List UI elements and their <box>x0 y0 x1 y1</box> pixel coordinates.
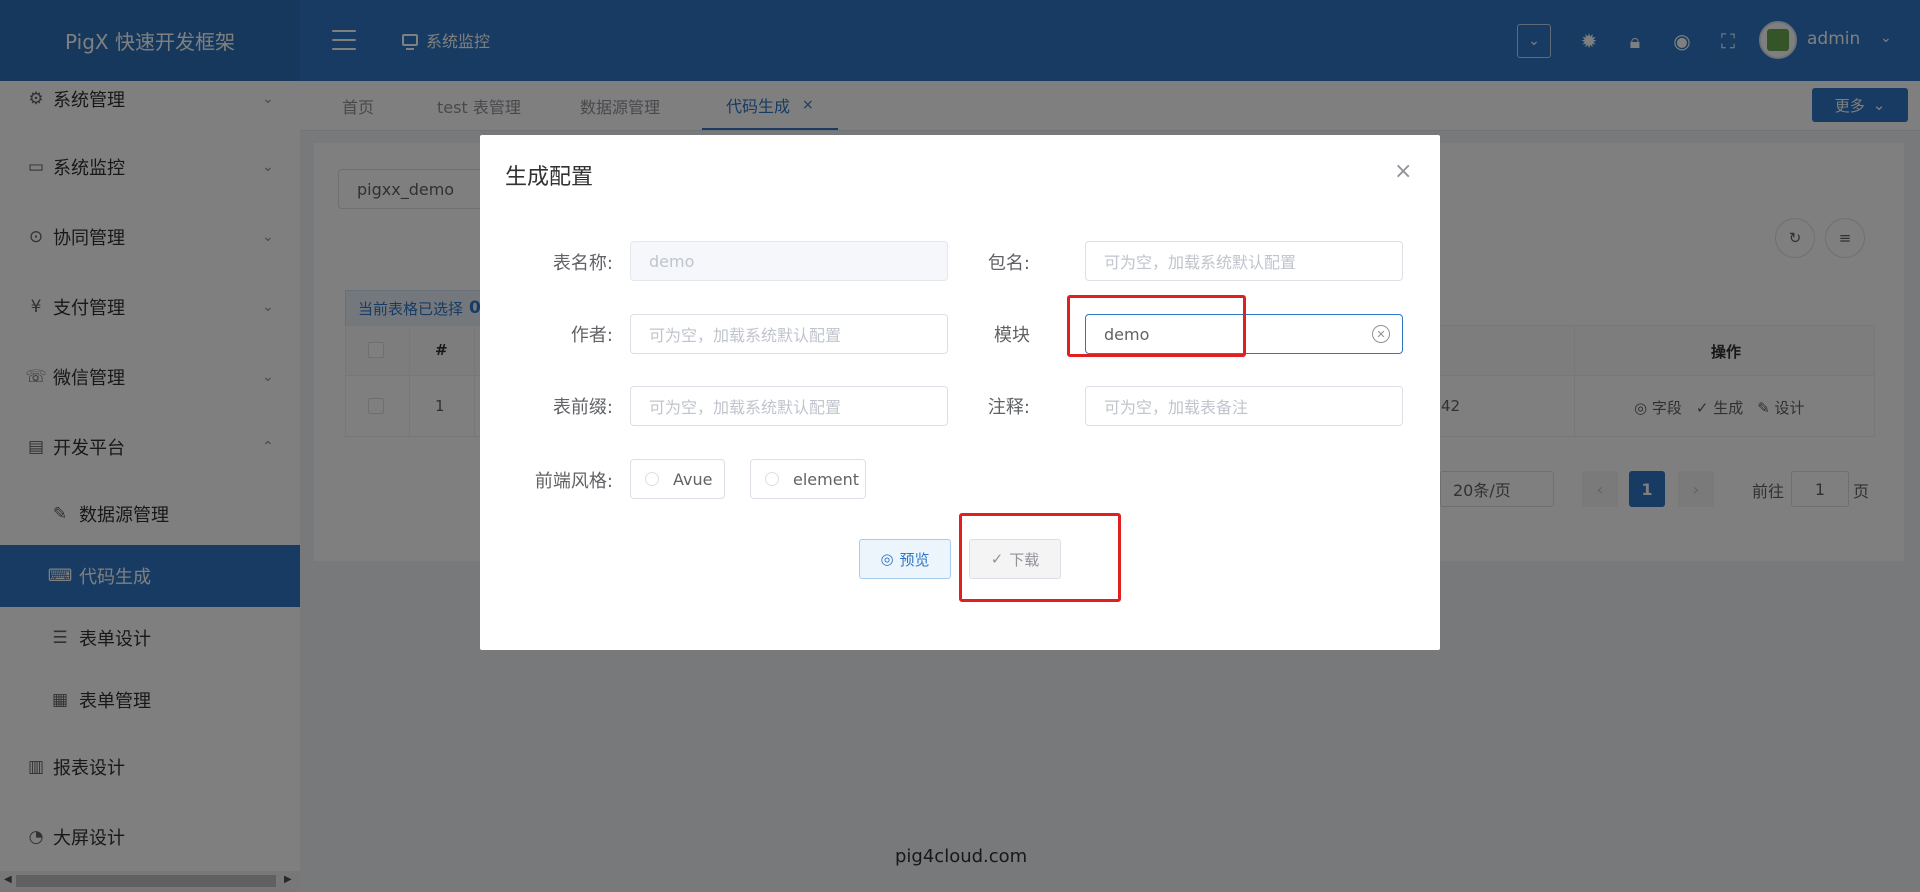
preview-button[interactable]: ◎ 预览 <box>859 539 951 579</box>
comment-label: 注释: <box>987 397 1030 418</box>
radio-icon <box>645 472 659 486</box>
package-input[interactable]: 可为空，加载系统默认配置 <box>1085 241 1403 281</box>
style-radio-avue[interactable]: Avue <box>630 459 725 499</box>
annotation-box-download <box>959 513 1121 602</box>
annotation-box-module <box>1067 295 1246 357</box>
prefix-input[interactable]: 可为空，加载系统默认配置 <box>630 386 948 426</box>
prefix-label: 表前缀: <box>552 397 613 418</box>
dialog-title: 生成配置 <box>505 165 594 190</box>
comment-input[interactable]: 可为空，加载表备注 <box>1085 386 1403 426</box>
author-label: 作者: <box>570 325 613 346</box>
package-label: 包名: <box>987 253 1030 274</box>
author-input[interactable]: 可为空，加载系统默认配置 <box>630 314 948 354</box>
style-radio-element[interactable]: element <box>750 459 866 499</box>
clear-icon[interactable]: ✕ <box>1372 325 1390 343</box>
table-name-label: 表名称: <box>552 253 613 274</box>
close-icon[interactable]: × <box>1394 159 1412 184</box>
eye-icon: ◎ <box>880 550 894 568</box>
style-label: 前端风格: <box>534 471 613 492</box>
radio-icon <box>765 472 779 486</box>
table-name-input: demo <box>630 241 948 281</box>
module-label: 模块 <box>994 325 1030 346</box>
